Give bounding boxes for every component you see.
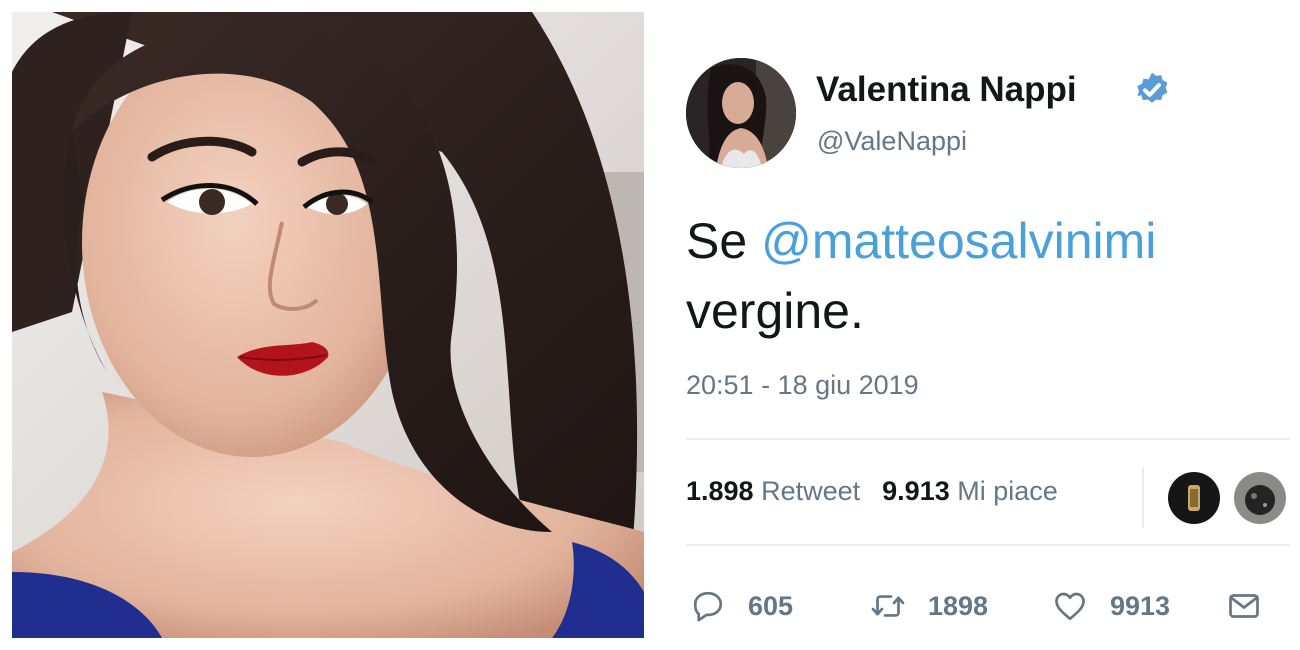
- tweet-card: Valentina Nappi @ValeNappi Se @matteosal…: [686, 56, 1290, 650]
- like-count: 9913: [1110, 590, 1171, 621]
- mention-link[interactable]: @matteosalvinimi: [761, 213, 1156, 269]
- retweet-count: 1898: [928, 590, 989, 621]
- heart-icon: [1055, 592, 1085, 621]
- tweet-timestamp[interactable]: 20:51 - 18 giu 2019: [686, 370, 919, 401]
- reply-button[interactable]: 605: [690, 583, 793, 629]
- like-button[interactable]: 9913: [1052, 583, 1170, 629]
- reply-count: 605: [748, 590, 794, 621]
- tweet-text: Se @matteosalvinimi vergine.: [686, 206, 1286, 346]
- likes-label[interactable]: Mi piace: [957, 476, 1058, 506]
- envelope-icon: [1229, 594, 1259, 618]
- divider: [686, 544, 1290, 546]
- author-avatar[interactable]: [686, 58, 796, 168]
- liker-avatar[interactable]: [1166, 470, 1222, 526]
- retweets-label[interactable]: Retweet: [761, 476, 860, 506]
- tweet-actions: 605 1898 9913: [686, 583, 1290, 629]
- direct-message-button[interactable]: [1226, 583, 1284, 629]
- retweet-icon: [871, 595, 905, 617]
- divider: [686, 438, 1290, 440]
- verified-badge-icon: [1137, 72, 1168, 103]
- author-name[interactable]: Valentina Nappi: [816, 70, 1077, 110]
- stats-separator: [1142, 468, 1144, 528]
- tweet-text-prefix: Se: [686, 213, 762, 269]
- author-handle[interactable]: @ValeNappi: [817, 126, 967, 157]
- tweet-text-suffix: vergine.: [686, 283, 864, 339]
- retweets-count[interactable]: 1.898: [686, 476, 754, 506]
- tweet-stats: 1.898 Retweet 9.913 Mi piace: [686, 476, 1058, 507]
- likes-count[interactable]: 9.913: [882, 476, 950, 506]
- retweet-button[interactable]: 1898: [870, 583, 988, 629]
- reply-icon: [693, 591, 723, 622]
- liker-avatar[interactable]: [1232, 470, 1288, 526]
- profile-photo: [12, 12, 644, 638]
